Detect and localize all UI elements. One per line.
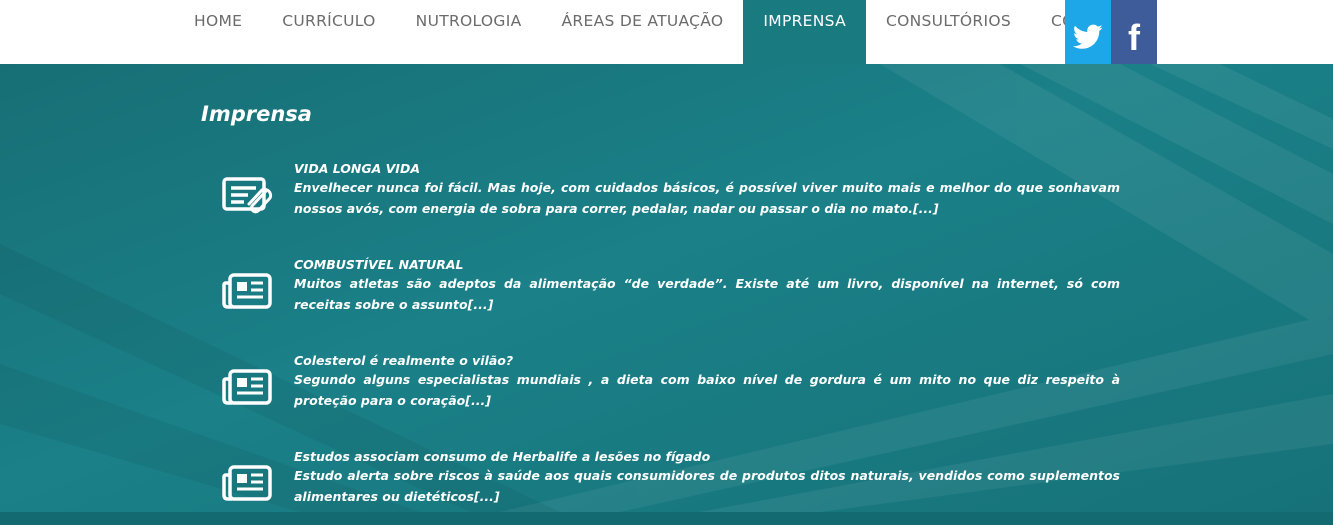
article-title[interactable]: COMBUSTÍVEL NATURAL — [294, 257, 1120, 272]
newspaper-icon — [222, 465, 272, 501]
content-area: Imprensa VIDA LONGA VIDA Envelhecer nunc… — [0, 64, 1333, 512]
article-title[interactable]: Colesterol é realmente o vilão? — [294, 353, 1120, 368]
read-more-link[interactable]: [...] — [468, 297, 494, 312]
article-summary: Muitos atletas são adeptos da alimentaçã… — [294, 273, 1120, 315]
twitter-button[interactable] — [1065, 0, 1111, 74]
read-more-link[interactable]: [...] — [913, 201, 939, 216]
article-summary-text: Segundo alguns especialistas mundiais , … — [294, 372, 1120, 408]
twitter-bird-icon — [1073, 24, 1103, 49]
read-more-link[interactable]: [...] — [465, 393, 491, 408]
main-nav: HOME CURRÍCULO NUTROLOGIA ÁREAS DE ATUAÇ… — [174, 0, 1147, 64]
article-title[interactable]: Estudos associam consumo de Herbalife a … — [294, 449, 1120, 464]
newspaper-icon — [222, 273, 272, 309]
bottom-strip — [0, 512, 1333, 525]
nav-item-imprensa[interactable]: IMPRENSA — [743, 0, 867, 64]
article-title[interactable]: VIDA LONGA VIDA — [294, 161, 1120, 176]
article-summary: Segundo alguns especialistas mundiais , … — [294, 369, 1120, 411]
newspaper-icon — [222, 369, 272, 405]
facebook-f-icon: f — [1128, 17, 1140, 58]
nav-item-home[interactable]: HOME — [174, 0, 262, 64]
article-summary-text: Envelhecer nunca foi fácil. Mas hoje, co… — [294, 180, 1120, 216]
page-title: Imprensa — [201, 102, 312, 126]
read-more-link[interactable]: [...] — [474, 489, 500, 504]
notes-attachment-icon — [222, 177, 273, 214]
nav-item-nutrologia[interactable]: NUTROLOGIA — [396, 0, 542, 64]
article-summary-text: Estudo alerta sobre riscos à saúde aos q… — [294, 468, 1120, 504]
article-summary: Estudo alerta sobre riscos à saúde aos q… — [294, 465, 1120, 507]
facebook-button[interactable]: f — [1111, 0, 1157, 74]
nav-item-areas-de-atuacao[interactable]: ÁREAS DE ATUAÇÃO — [542, 0, 744, 64]
nav-item-curriculo[interactable]: CURRÍCULO — [262, 0, 395, 64]
article-summary: Envelhecer nunca foi fácil. Mas hoje, co… — [294, 177, 1120, 219]
article-summary-text: Muitos atletas são adeptos da alimentaçã… — [294, 276, 1120, 312]
nav-item-consultorios[interactable]: CONSULTÓRIOS — [866, 0, 1031, 64]
